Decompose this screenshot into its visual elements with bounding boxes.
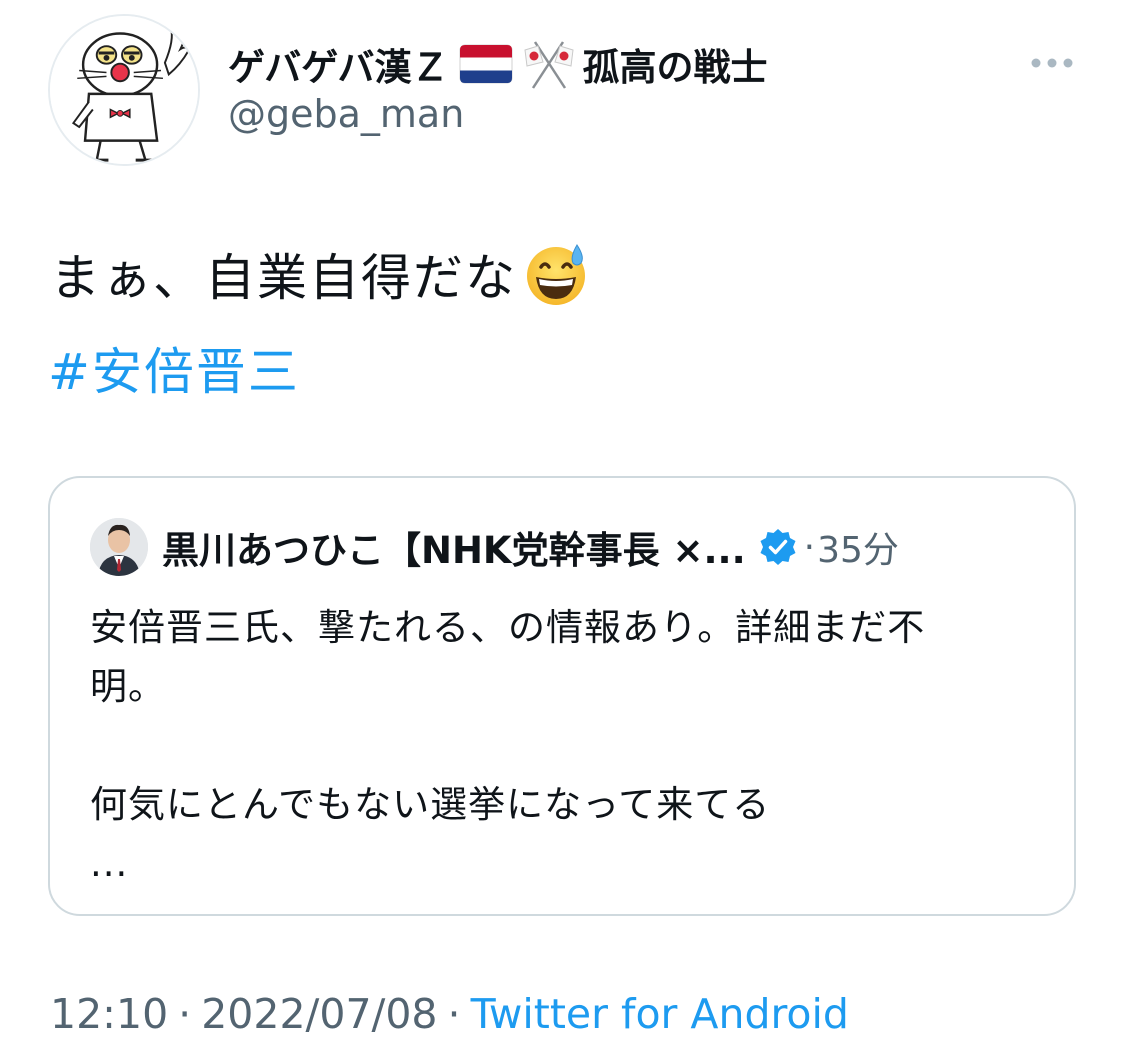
cartoon-mascot-image — [50, 16, 198, 164]
verified-badge-icon — [760, 529, 796, 565]
quoted-tweet-card[interactable]: 黒川あつひこ【NHK党幹事長 ×... · 35分 安倍晋三氏、撃たれる、の情報… — [48, 476, 1076, 916]
quoted-tweet-time: 35分 — [817, 530, 899, 571]
quoted-author-name[interactable]: 黒川あつひこ【NHK党幹事長 ×... — [162, 520, 746, 574]
tweet-text-content: まぁ、自業自得だな — [50, 249, 517, 307]
tweet-date[interactable]: 2022/07/08 — [201, 990, 437, 1038]
hashtag-link[interactable]: #安倍晋三 — [48, 332, 300, 404]
author-avatar[interactable] — [48, 14, 200, 166]
more-horizontal-icon — [1031, 58, 1073, 68]
more-options-button[interactable] — [1022, 48, 1082, 78]
display-name-tail: 孤高の戦士 — [582, 46, 768, 89]
meta-separator: · — [447, 990, 461, 1038]
grinning-sweat-emoji-icon — [527, 244, 585, 305]
quoted-tweet-text: 安倍晋三氏、撃たれる、の情報あり。詳細まだ不 明。 何気にとんでもない選挙になっ… — [90, 598, 1040, 893]
author-display-name[interactable]: ゲバゲバ漢Ｚ 孤高の戦士 — [228, 40, 768, 89]
netherlands-flag-icon — [459, 44, 513, 84]
quoted-text-ellipsis: ... — [90, 842, 129, 885]
tweet-time[interactable]: 12:10 — [50, 990, 168, 1038]
quoted-text-line: 何気にとんでもない選挙になって来てる — [90, 783, 771, 826]
quoted-text-line: 安倍晋三氏、撃たれる、の情報あり。詳細まだ不 — [90, 606, 926, 649]
quoted-text-line — [90, 716, 1040, 775]
crossed-japan-flags-icon — [523, 41, 574, 89]
quoted-author-avatar[interactable] — [90, 518, 148, 576]
tweet-source-link[interactable]: Twitter for Android — [471, 990, 849, 1038]
quoted-tweet-header: 黒川あつひこ【NHK党幹事長 ×... · 35分 — [162, 520, 899, 574]
meta-separator: · — [178, 990, 192, 1038]
display-name-text: ゲバゲバ漢Ｚ — [228, 46, 449, 89]
quoted-text-line: 明。 — [90, 665, 166, 708]
tweet-text: まぁ、自業自得だな — [50, 238, 589, 310]
tweet-meta: 12:10 · 2022/07/08 · Twitter for Android — [50, 990, 849, 1038]
header-separator: · — [803, 526, 816, 568]
quoted-author-photo — [90, 518, 148, 576]
author-username[interactable]: @geba_man — [228, 92, 464, 136]
